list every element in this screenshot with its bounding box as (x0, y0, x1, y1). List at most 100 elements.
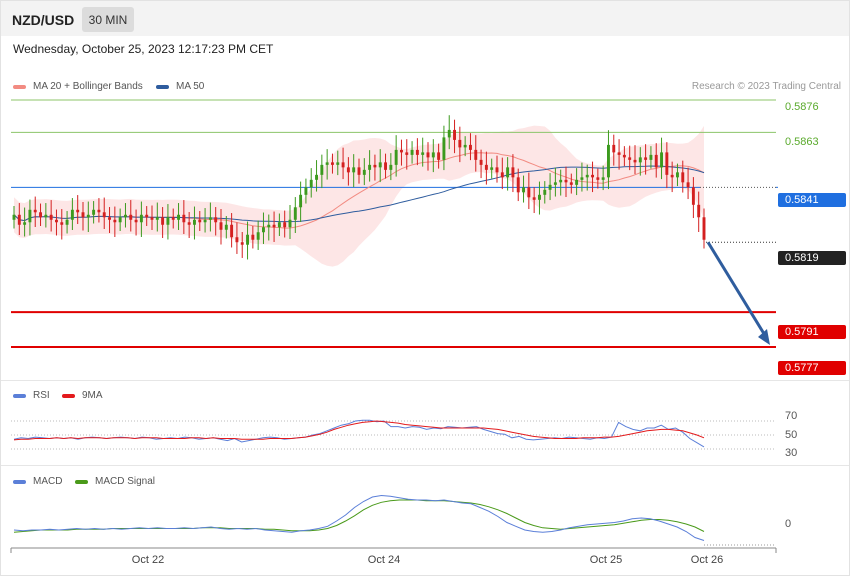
candle-body (44, 214, 48, 218)
candle-body (591, 174, 594, 178)
candle-body (569, 182, 573, 185)
candle-body (108, 217, 111, 220)
candle-body (214, 217, 218, 223)
bollinger-band (14, 125, 704, 267)
candle-body (559, 179, 563, 183)
candle-body (681, 172, 685, 183)
x-label-0: Oct 22 (131, 554, 165, 566)
price-chart-svg (10, 99, 778, 553)
candle-body (500, 172, 504, 178)
candle-body (33, 209, 37, 213)
candle-body (331, 162, 334, 165)
candle-body (532, 197, 536, 200)
candle-body (86, 214, 90, 218)
candle-body (490, 167, 494, 170)
candle-body (607, 144, 610, 178)
candle-body (17, 214, 21, 225)
candle-body (596, 177, 600, 180)
candle-body (81, 212, 85, 218)
candle-body (548, 184, 552, 190)
rsi-tick-50: 50 (785, 429, 798, 441)
candle-body (182, 214, 186, 223)
candle-body (622, 154, 626, 158)
candle-body (97, 209, 101, 213)
candle-body (277, 222, 281, 228)
candle-body (670, 174, 674, 178)
level-label-4: 0.5791 (778, 325, 846, 339)
candle-body (628, 157, 632, 160)
candle-body (697, 204, 701, 218)
candle-body (389, 164, 393, 170)
candle-body (145, 214, 149, 218)
candle-body (394, 149, 398, 165)
candle-body (256, 232, 260, 240)
candle-body (272, 224, 276, 228)
candle-body (676, 172, 679, 178)
candle-body (193, 219, 196, 225)
candle-body (70, 209, 74, 220)
forecast-arrow (706, 241, 768, 338)
candle-body (262, 227, 265, 233)
candle-body (124, 214, 127, 218)
candle-body (575, 179, 579, 185)
candle-body (76, 209, 80, 213)
candle-body (691, 187, 695, 205)
candle-body (177, 214, 180, 220)
candle-body (564, 179, 568, 183)
candle-body (23, 222, 27, 225)
candle-body (102, 212, 106, 218)
candle-body (315, 174, 318, 180)
candle-body (113, 219, 117, 223)
candle-body (171, 217, 175, 220)
level-label-1: 0.5863 (785, 136, 819, 148)
candle-body (129, 214, 133, 220)
candle-body (463, 144, 467, 148)
candle-body (336, 162, 340, 165)
x-label-3: Oct 26 (690, 554, 724, 566)
level-label-2: 0.5841 (778, 193, 846, 207)
candle-body (458, 139, 462, 148)
candle-body (442, 137, 446, 160)
candle-body (649, 154, 653, 160)
level-label-0: 0.5876 (785, 101, 819, 113)
candle-body (447, 129, 451, 138)
candle-body (638, 157, 642, 163)
candle-body (633, 159, 637, 163)
rsi-line (13, 419, 705, 448)
candle-body (601, 177, 605, 180)
candle-body (161, 217, 165, 225)
candle-body (654, 154, 658, 168)
macd-line (13, 494, 705, 541)
candle-body (293, 207, 297, 220)
candle-body (426, 152, 430, 158)
candle-body (469, 144, 472, 150)
candle-body (55, 219, 58, 223)
candle-body (511, 167, 515, 178)
candle-body (357, 167, 361, 175)
level-label-3: 0.5819 (778, 251, 846, 265)
candle-body (580, 177, 584, 180)
candle-body (527, 187, 531, 198)
candle-body (198, 219, 202, 223)
candle-body (304, 187, 308, 195)
candle-body (479, 159, 483, 165)
candle-body (373, 164, 377, 168)
rsi-tick-70: 70 (785, 410, 798, 422)
candle-body (12, 214, 16, 220)
rsi-tick-30: 30 (785, 447, 798, 459)
candle-body (288, 219, 292, 228)
candle-body (453, 129, 456, 140)
candle-body (166, 217, 170, 225)
candle-body (368, 164, 372, 170)
candle-body (155, 217, 159, 220)
x-label-2: Oct 25 (589, 554, 623, 566)
candle-body (378, 162, 382, 168)
candle-body (553, 182, 557, 185)
candle-body (686, 182, 690, 188)
candle-body (660, 152, 663, 168)
candle-body (92, 209, 96, 215)
candle-body (246, 234, 249, 245)
candle-body (437, 152, 441, 160)
macd-tick-0: 0 (785, 518, 792, 530)
candle-body (484, 164, 488, 170)
